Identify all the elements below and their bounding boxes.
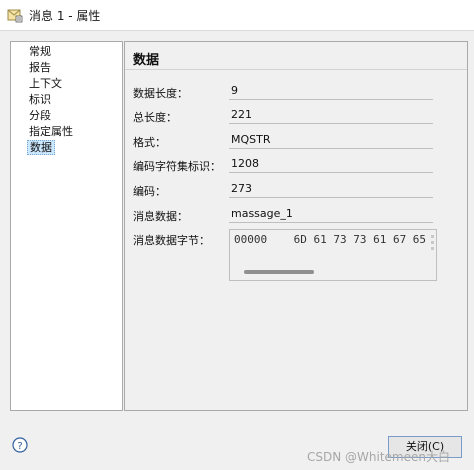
nav-item-context[interactable]: 上下文 <box>11 76 122 92</box>
svg-text:?: ? <box>17 441 22 452</box>
format-label: 格式： <box>133 136 166 149</box>
data-panel: 数据 数据长度： 9 总长度： 221 格式： MQSTR 编码字符集标识： 1… <box>124 41 468 411</box>
data-length-label: 数据长度： <box>133 87 188 100</box>
properties-nav: 常规 报告 上下文 标识 分段 指定属性 数据 <box>10 41 123 411</box>
nav-item-identifiers[interactable]: 标识 <box>11 92 122 108</box>
nav-item-data[interactable]: 数据 <box>11 140 122 156</box>
encoding-label: 编码： <box>133 185 166 198</box>
message-data-field[interactable]: massage_1 <box>229 204 433 223</box>
nav-item-general[interactable]: 常规 <box>11 44 122 60</box>
nav-item-label: 数据 <box>27 140 55 155</box>
message-bytes-text: 00000 6D 61 73 73 61 67 65 <box>234 233 427 246</box>
title-bar: 消息 1 - 属性 <box>0 0 474 31</box>
nav-item-label: 报告 <box>29 61 51 74</box>
total-length-field[interactable]: 221 <box>229 105 433 124</box>
nav-item-label: 常规 <box>29 45 51 58</box>
nav-item-label: 标识 <box>29 93 51 106</box>
window-title: 消息 1 - 属性 <box>29 8 101 23</box>
message-data-label: 消息数据： <box>133 210 188 223</box>
nav-item-label: 指定属性 <box>29 125 73 138</box>
dialog-body: 常规 报告 上下文 标识 分段 指定属性 数据 数据 数据长度： 9 总长度： … <box>0 31 474 470</box>
message-bytes-box[interactable]: 00000 6D 61 73 73 61 67 65 <box>229 229 437 281</box>
panel-divider <box>125 69 467 70</box>
encoding-field[interactable]: 273 <box>229 179 433 198</box>
nav-item-label: 上下文 <box>29 77 62 90</box>
vertical-scrollbar[interactable] <box>429 232 435 264</box>
message-properties-icon <box>7 9 23 23</box>
nav-item-segmentation[interactable]: 分段 <box>11 108 122 124</box>
ccsid-label: 编码字符集标识： <box>133 160 221 173</box>
format-field[interactable]: MQSTR <box>229 130 433 149</box>
ccsid-field[interactable]: 1208 <box>229 154 433 173</box>
panel-title: 数据 <box>133 53 160 68</box>
nav-item-report[interactable]: 报告 <box>11 60 122 76</box>
watermark: CSDN @Whitemeen大白 <box>307 450 450 464</box>
data-length-field[interactable]: 9 <box>229 81 433 100</box>
message-bytes-label: 消息数据字节： <box>133 234 210 247</box>
total-length-label: 总长度： <box>133 111 177 124</box>
nav-item-label: 分段 <box>29 109 51 122</box>
help-icon[interactable]: ? <box>12 437 28 453</box>
nav-item-named-properties[interactable]: 指定属性 <box>11 124 122 140</box>
horizontal-scrollbar-thumb[interactable] <box>244 270 314 274</box>
